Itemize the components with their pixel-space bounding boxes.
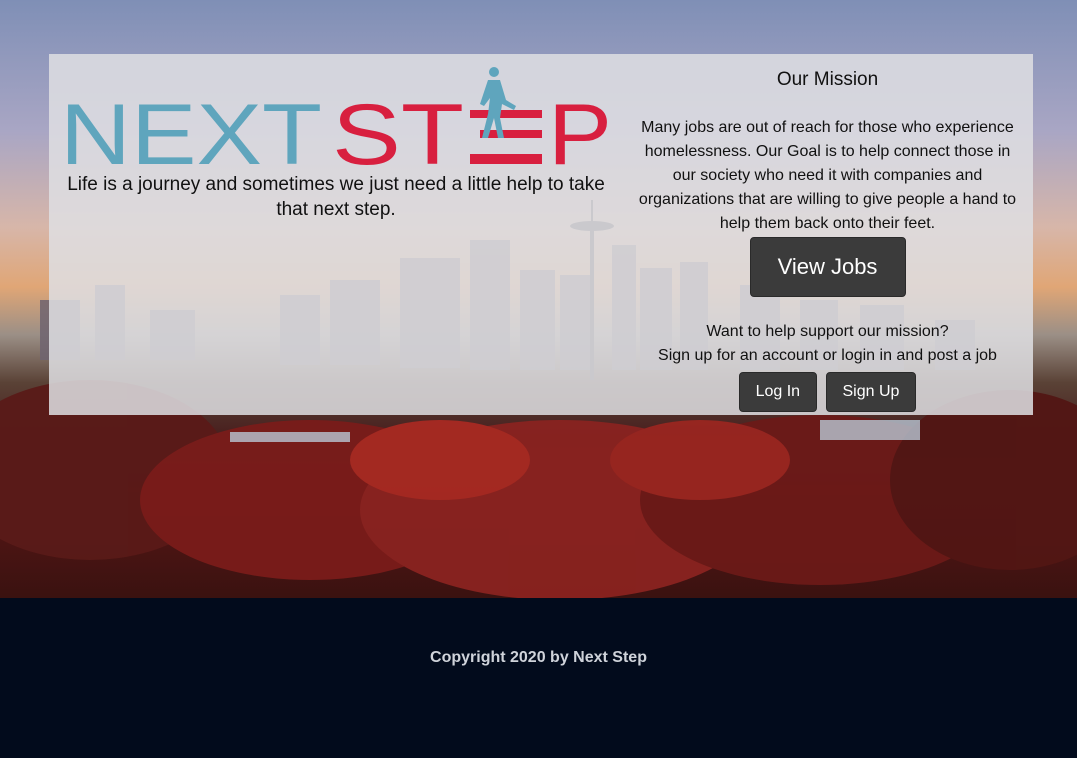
logo-steps-e xyxy=(470,110,542,164)
login-button[interactable]: Log In xyxy=(738,372,818,412)
logo-text-next: NEXT xyxy=(60,87,322,168)
copyright-text: Copyright 2020 by Next Step xyxy=(430,649,647,666)
hero-card: NEXT ST P Life is a journey and sometime… xyxy=(49,54,1033,415)
view-jobs-button[interactable]: View Jobs xyxy=(749,237,906,297)
auth-buttons: Log In Sign Up xyxy=(632,372,1023,412)
signup-button[interactable]: Sign Up xyxy=(825,372,917,412)
footer: Copyright 2020 by Next Step xyxy=(0,598,1077,758)
mission-section: Our Mission Many jobs are out of reach f… xyxy=(632,54,1023,412)
mission-title: Our Mission xyxy=(776,69,879,90)
logo-text-p: P xyxy=(548,87,612,168)
walking-person-icon xyxy=(480,67,516,138)
logo-text-st: ST xyxy=(332,87,464,168)
hero-tagline: Life is a journey and sometimes we just … xyxy=(67,174,605,220)
support-prompt: Want to help support our mission? xyxy=(706,323,949,340)
next-step-logo: NEXT ST P xyxy=(60,67,612,168)
mission-text: Many jobs are out of reach for those who… xyxy=(638,119,1017,232)
support-instructions: Sign up for an account or login in and p… xyxy=(658,347,997,364)
